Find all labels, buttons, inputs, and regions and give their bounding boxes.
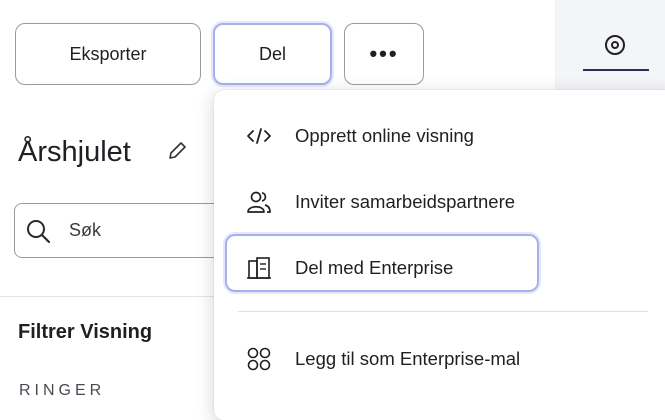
sidebar-divider: [0, 296, 220, 297]
menu-item-add-enterprise-template[interactable]: Legg til som Enterprise-mal: [214, 334, 654, 382]
code-icon: [246, 123, 272, 149]
filter-heading: Filtrer Visning: [18, 321, 153, 343]
menu-item-label: Opprett online visning: [295, 125, 474, 146]
page-title: Årshjulet: [18, 136, 131, 168]
search-placeholder: Søk: [69, 220, 102, 240]
active-tab-indicator: [583, 69, 649, 71]
menu-item-create-online-view[interactable]: Opprett online visning: [214, 111, 654, 159]
menu-item-share-with-enterprise[interactable]: Del med Enterprise: [214, 234, 654, 292]
share-button[interactable]: Del: [213, 23, 332, 85]
building-icon: [246, 255, 272, 281]
menu-item-label: Legg til som Enterprise-mal: [295, 348, 521, 369]
share-dropdown-menu: Opprett online visning Inviter samarbeid…: [214, 90, 665, 420]
section-label-ringer: RINGER: [19, 382, 106, 399]
more-options-button[interactable]: •••: [344, 23, 424, 85]
template-icon: [246, 346, 272, 372]
search-input[interactable]: Søk: [14, 203, 244, 258]
menu-item-invite-collaborators[interactable]: Inviter samarbeidspartnere: [214, 177, 654, 225]
tab-target[interactable]: [583, 22, 649, 72]
search-icon: [25, 218, 51, 249]
menu-item-label: Del med Enterprise: [295, 257, 454, 278]
export-button[interactable]: Eksporter: [15, 23, 201, 85]
menu-item-label: Inviter samarbeidspartnere: [295, 191, 516, 212]
edit-pencil-icon[interactable]: [166, 140, 188, 167]
users-icon: [246, 189, 272, 215]
menu-divider: [238, 311, 648, 312]
target-icon: [605, 35, 625, 55]
